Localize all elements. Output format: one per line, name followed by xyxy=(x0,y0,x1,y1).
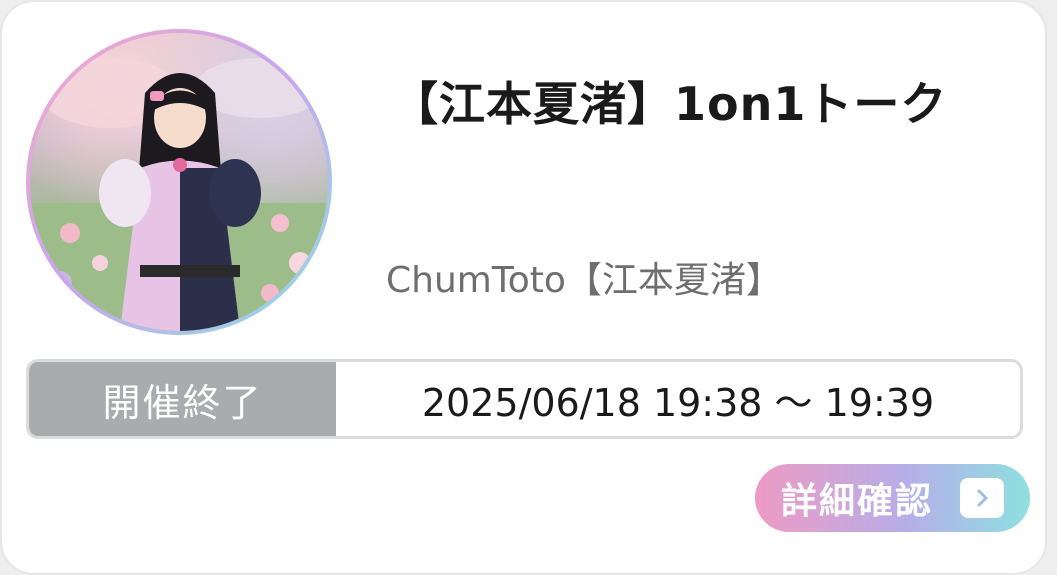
event-card: 【江本夏渚】1on1トーク ChumToto【江本夏渚】 開催終了 2025/0… xyxy=(0,0,1047,575)
detail-button-label: 詳細確認 xyxy=(781,481,934,522)
status-badge: 開催終了 xyxy=(29,362,336,436)
detail-button[interactable]: 詳細確認 xyxy=(755,464,1030,532)
avatar-photo xyxy=(30,33,328,331)
event-title: 【江本夏渚】1on1トーク xyxy=(392,77,948,131)
avatar xyxy=(26,29,332,335)
event-datetime: 2025/06/18 19:38 ～ 19:39 xyxy=(421,380,935,425)
chevron-right-icon xyxy=(960,478,1004,518)
event-subtitle: ChumToto【江本夏渚】 xyxy=(386,260,782,301)
event-schedule-row: 開催終了 2025/06/18 19:38 ～ 19:39 xyxy=(26,359,1023,439)
avatar-illustration xyxy=(30,58,328,331)
